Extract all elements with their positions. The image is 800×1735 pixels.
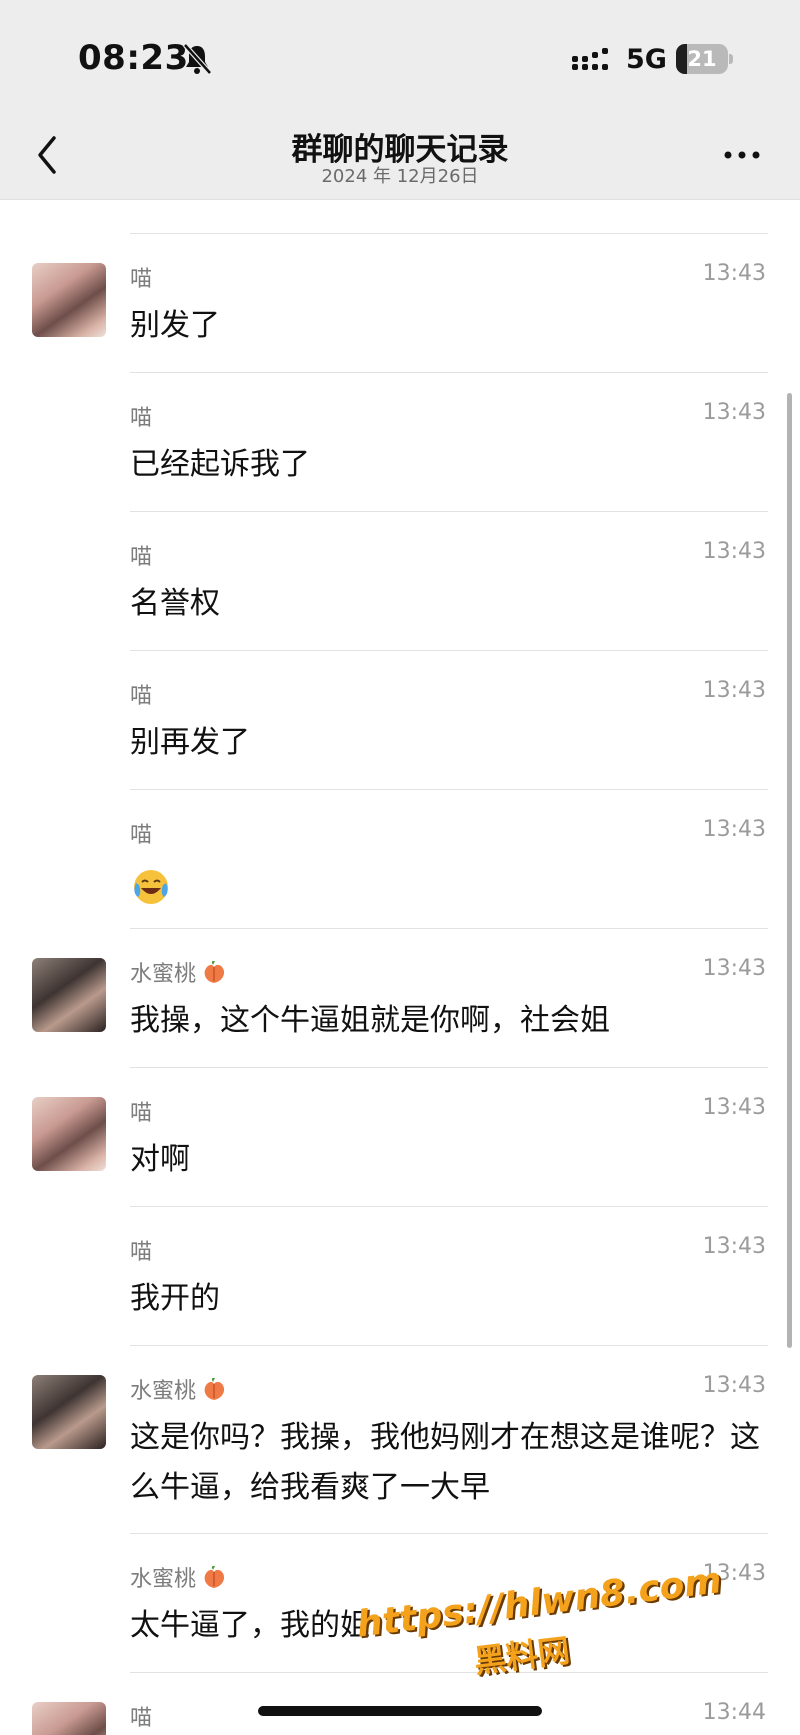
- avatar[interactable]: [32, 1702, 106, 1735]
- network-type: 5G: [626, 44, 667, 75]
- divider: [130, 1345, 768, 1346]
- avatar[interactable]: [32, 1375, 106, 1449]
- scrollbar[interactable]: [787, 393, 792, 1348]
- divider: [130, 1067, 768, 1068]
- message-list[interactable]: 喵 13:43 别发了 喵 13:43 已经起诉我了 喵 13:43 名誉权 喵…: [0, 201, 800, 1735]
- sender-name: 喵: [130, 684, 153, 709]
- sender-name: 喵: [130, 545, 153, 570]
- divider: [130, 928, 768, 929]
- page-subtitle: 2024 年 12月26日: [321, 166, 479, 187]
- sender-name: 喵: [130, 406, 153, 431]
- avatar[interactable]: [32, 958, 106, 1032]
- signal-bars-icon: [572, 48, 608, 70]
- divider: [130, 789, 768, 790]
- message-time: 13:43: [702, 1373, 766, 1398]
- status-bar: 08:23 5G 21: [0, 0, 800, 110]
- message-text: 这是你吗？我操，我他妈刚才在想这是谁呢？这么牛逼，给我看爽了一大早: [130, 1420, 760, 1505]
- sender-name: 喵: [130, 1101, 153, 1126]
- message-text: 我操，这个牛逼姐就是你啊，社会姐: [130, 1003, 610, 1038]
- message-time: 13:43: [702, 678, 766, 703]
- message-time: 13:43: [702, 1095, 766, 1120]
- message-time: 13:43: [702, 956, 766, 981]
- peach-emoji-icon: [204, 1377, 225, 1400]
- message-time: 13:43: [702, 261, 766, 286]
- message-text: 我开的: [130, 1281, 220, 1316]
- sender-name: 水蜜桃: [130, 1373, 228, 1405]
- tears-of-joy-emoji-icon: [134, 870, 168, 904]
- message-text: 对啊: [130, 1142, 190, 1177]
- more-dots-icon[interactable]: [720, 140, 764, 170]
- divider: [130, 372, 768, 373]
- message-text: 已经起诉我了: [130, 447, 310, 482]
- sender-name: 水蜜桃: [130, 956, 228, 988]
- peach-emoji-icon: [204, 1565, 225, 1588]
- sender-name: 水蜜桃: [130, 1561, 228, 1593]
- divider: [130, 233, 768, 234]
- nav-bar: 群聊的聊天记录 2024 年 12月26日: [0, 110, 800, 200]
- sender-name: 喵: [130, 267, 153, 292]
- sender-name: 喵: [130, 823, 153, 848]
- peach-emoji-icon: [204, 960, 225, 983]
- message-time: 13:43: [702, 400, 766, 425]
- sender-name: 喵: [130, 1706, 153, 1731]
- battery-level: 21: [687, 47, 717, 71]
- divider: [130, 1206, 768, 1207]
- divider: [130, 1533, 768, 1534]
- avatar[interactable]: [32, 1097, 106, 1171]
- message-text: 别发了: [130, 308, 220, 343]
- message-text: 别再发了: [130, 725, 250, 760]
- message-time: 13:43: [702, 1234, 766, 1259]
- status-time: 08:23: [78, 38, 189, 78]
- divider: [130, 511, 768, 512]
- bell-slash-icon: [183, 43, 212, 75]
- message-time: 13:44: [702, 1700, 766, 1725]
- home-indicator: [258, 1706, 542, 1716]
- message-text: 名誉权: [130, 586, 220, 621]
- sender-name: 喵: [130, 1240, 153, 1265]
- watermark-name: 黑料网: [471, 1631, 572, 1681]
- divider: [130, 650, 768, 651]
- battery-icon: 21: [676, 44, 733, 74]
- message-time: 13:43: [702, 539, 766, 564]
- avatar[interactable]: [32, 263, 106, 337]
- message-time: 13:43: [702, 817, 766, 842]
